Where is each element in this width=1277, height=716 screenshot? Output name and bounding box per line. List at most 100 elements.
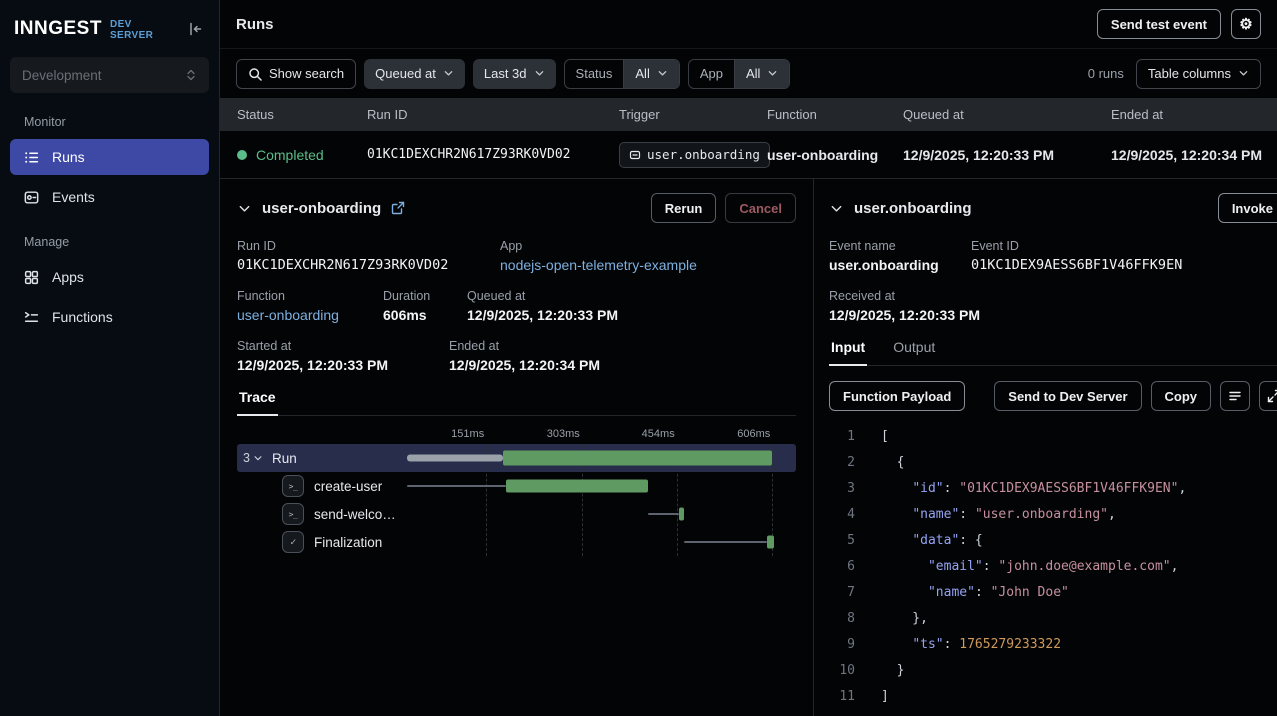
send-to-dev-server-button[interactable]: Send to Dev Server <box>994 381 1141 411</box>
code-line: 1[ <box>829 424 1277 450</box>
started-at-label: Started at <box>237 339 449 353</box>
tab-trace[interactable]: Trace <box>237 389 278 416</box>
sidebar-item-functions[interactable]: Functions <box>10 299 209 335</box>
app-filter[interactable]: App All <box>688 59 791 89</box>
chevron-down-icon <box>253 453 263 463</box>
show-search-button[interactable]: Show search <box>236 59 356 89</box>
queued-at-cell: 12/9/2025, 12:20:33 PM <box>903 147 1111 163</box>
collapse-run-detail-button[interactable] <box>237 201 252 216</box>
started-at-value: 12/9/2025, 12:20:33 PM <box>237 357 449 373</box>
sidebar-item-apps[interactable]: Apps <box>10 259 209 295</box>
trace-row-run[interactable]: 3 Run <box>237 444 796 472</box>
collapse-event-detail-button[interactable] <box>829 201 844 216</box>
trace-row-canvas <box>407 500 788 528</box>
column-header-ended-at[interactable]: Ended at <box>1111 107 1277 122</box>
run-id-label: Run ID <box>237 239 500 253</box>
code-line: 3 "id": "01KC1DEX9AESS6BF1V46FFK9EN", <box>829 476 1277 502</box>
event-detail-header: user.onboarding Invoke <box>829 193 1277 223</box>
trigger-badge[interactable]: user.onboarding <box>619 142 770 168</box>
table-columns-button[interactable]: Table columns <box>1136 59 1261 89</box>
code-text: "ts": 1765279233322 <box>881 632 1061 658</box>
chevron-down-icon <box>1238 68 1249 79</box>
open-function-link[interactable] <box>391 201 405 215</box>
column-header-run-id[interactable]: Run ID <box>367 107 619 122</box>
trace-row-send-welco-[interactable]: >_ send-welco… <box>237 500 796 528</box>
column-header-status[interactable]: Status <box>237 107 367 122</box>
sidebar-item-events[interactable]: Events <box>10 179 209 215</box>
trace-active-bar <box>506 480 648 493</box>
dev-server-badge: DEV SERVER <box>110 19 177 41</box>
status-filter[interactable]: Status All <box>564 59 680 89</box>
trace-row-label: Run <box>272 451 297 466</box>
trace-row-label-area: >_ send-welco… <box>237 503 407 525</box>
event-fields-row-1: Event name user.onboarding Event ID 01KC… <box>829 239 1277 273</box>
column-header-trigger[interactable]: Trigger <box>619 107 767 122</box>
monitor-section-label: Monitor <box>0 97 219 137</box>
trace-tick-label: 454ms <box>642 428 677 440</box>
send-test-event-button[interactable]: Send test event <box>1097 9 1221 39</box>
received-at-label: Received at <box>829 289 980 303</box>
trace-body: 3 Run >_create-user >_ send-welco… ✓Finalizat… <box>237 444 796 556</box>
trace-row-label: send-welco… <box>314 507 396 522</box>
event-tabs: Input Output <box>829 339 1277 366</box>
trace-wait-bar <box>684 541 766 543</box>
table-columns-label: Table columns <box>1148 66 1231 81</box>
topbar: Runs Send test event ⚙ <box>220 0 1277 49</box>
event-name-field: Event name user.onboarding <box>829 239 971 273</box>
trace-row-canvas <box>407 472 788 500</box>
cancel-button[interactable]: Cancel <box>725 193 796 223</box>
function-payload-button[interactable]: Function Payload <box>829 381 965 411</box>
functions-icon <box>23 309 40 326</box>
main-area: Runs Send test event ⚙ Show search Queue… <box>220 0 1277 716</box>
filter-bar: Show search Queued at Last 3d Status All… <box>220 49 1277 98</box>
collapse-sidebar-icon <box>187 21 203 37</box>
code-line: 11] <box>829 684 1277 710</box>
tab-output[interactable]: Output <box>891 339 937 365</box>
collapse-sidebar-button[interactable] <box>185 19 205 39</box>
queued-at-filter[interactable]: Queued at <box>364 59 465 89</box>
environment-select[interactable]: Development <box>10 57 209 93</box>
gear-icon: ⚙ <box>1239 17 1252 32</box>
trace-wait-bar <box>407 485 506 487</box>
payload-code-editor[interactable]: 1[2 {3 "id": "01KC1DEX9AESS6BF1V46FFK9EN… <box>829 424 1277 716</box>
topbar-actions: Send test event ⚙ <box>1097 9 1261 39</box>
trace-row-create-user[interactable]: >_create-user <box>237 472 796 500</box>
trace-collapse-toggle[interactable]: 3 <box>243 451 263 465</box>
line-number: 8 <box>829 606 855 632</box>
queued-at-field: Queued at 12/9/2025, 12:20:33 PM <box>467 289 618 323</box>
code-line: 9 "ts": 1765279233322 <box>829 632 1277 658</box>
copy-button[interactable]: Copy <box>1151 381 1212 411</box>
ended-at-cell: 12/9/2025, 12:20:34 PM <box>1111 147 1277 163</box>
trace-tick-label: 151ms <box>451 428 486 440</box>
line-number: 4 <box>829 502 855 528</box>
invoke-button[interactable]: Invoke <box>1218 193 1277 223</box>
sidebar-header: INNGEST DEV SERVER <box>0 0 219 51</box>
code-text: [ <box>881 424 889 450</box>
trace-row-finalization[interactable]: ✓Finalization <box>237 528 796 556</box>
trace-wait-bar <box>648 513 679 515</box>
line-number: 9 <box>829 632 855 658</box>
sidebar-item-runs[interactable]: Runs <box>10 139 209 175</box>
expand-button[interactable] <box>1259 381 1277 411</box>
events-icon <box>23 189 40 206</box>
code-text: "email": "john.doe@example.com", <box>881 554 1178 580</box>
runs-table-header: Status Run ID Trigger Function Queued at… <box>220 98 1277 131</box>
tab-input[interactable]: Input <box>829 339 867 366</box>
wrap-lines-button[interactable] <box>1220 381 1250 411</box>
rerun-button[interactable]: Rerun <box>651 193 717 223</box>
status-dot-icon <box>237 150 247 160</box>
time-range-filter[interactable]: Last 3d <box>473 59 556 89</box>
function-link[interactable]: user-onboarding <box>237 307 383 323</box>
wrap-lines-icon <box>1228 389 1242 403</box>
step-terminal-icon: >_ <box>282 503 304 525</box>
run-detail-header: user-onboarding Rerun Cancel <box>237 193 796 223</box>
settings-button[interactable]: ⚙ <box>1231 9 1261 39</box>
column-header-queued-at[interactable]: Queued at <box>903 107 1111 122</box>
column-header-function[interactable]: Function <box>767 107 903 122</box>
app-link[interactable]: nodejs-open-telemetry-example <box>500 257 697 273</box>
trigger-badge-label: user.onboarding <box>647 147 760 162</box>
manage-section-label: Manage <box>0 217 219 257</box>
queued-at-label: Queued at <box>467 289 618 303</box>
run-table-row[interactable]: Completed 01KC1DEXCHR2N617Z93RK0VD02 use… <box>220 131 1277 178</box>
received-at-field: Received at 12/9/2025, 12:20:33 PM <box>829 289 980 323</box>
